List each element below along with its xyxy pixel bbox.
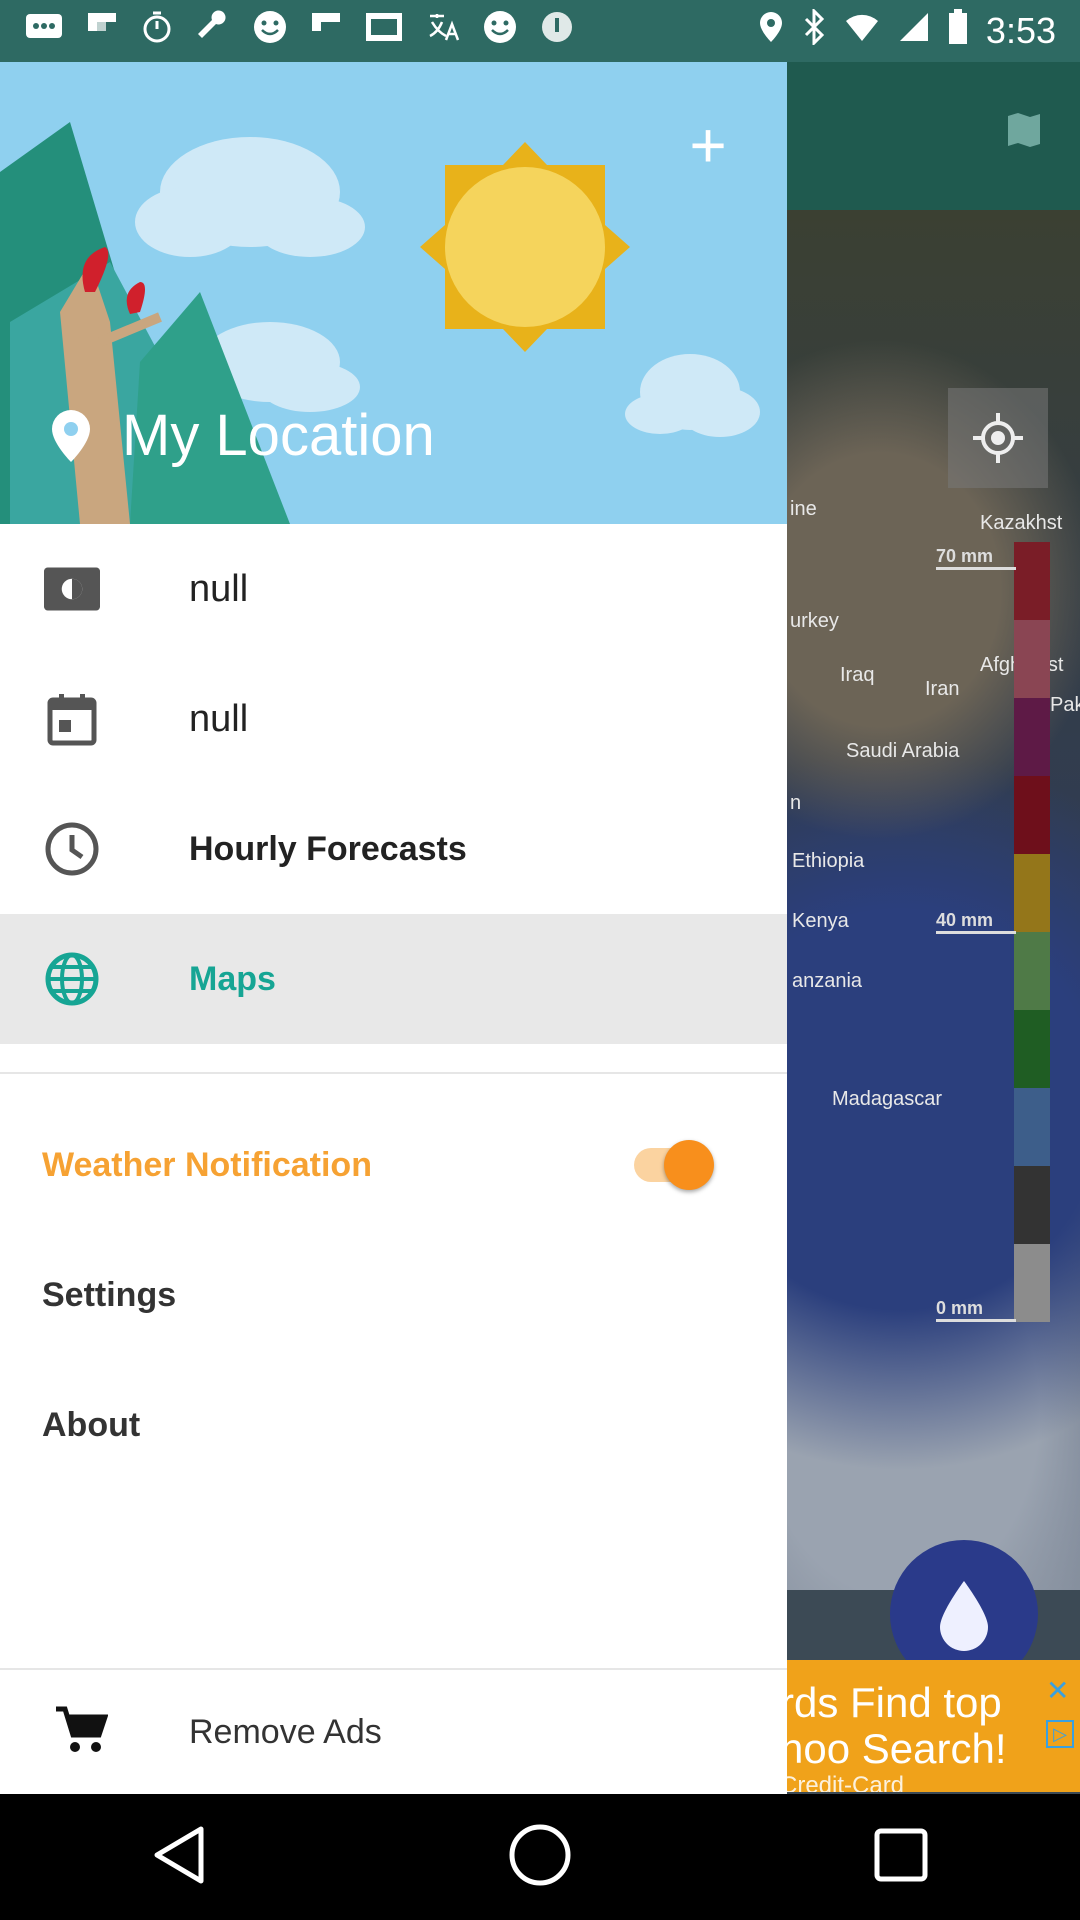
qt-icon [364,11,404,52]
drawer-divider [0,1072,787,1074]
ad-line: rds Find top [780,1679,1002,1726]
menu-item-null-1[interactable]: null [0,524,787,654]
calendar-icon [44,691,100,747]
location-status-icon [758,10,784,53]
menu-item-maps[interactable]: Maps [0,914,787,1044]
wrench-icon [196,9,230,53]
water-drop-icon [940,1581,988,1651]
legend-tick: 0 mm [936,1298,1016,1322]
legend-color-stop [1014,854,1050,932]
legend-color-stop [1014,932,1050,1010]
flipboard-icon [86,11,118,52]
map-label: Pakistan [1050,694,1080,716]
legend-color-stop [1014,1088,1050,1166]
map-label: Kenya [792,910,849,932]
about-label: About [42,1405,141,1444]
map-label: Iraq [840,664,875,686]
remove-ads-label: Remove Ads [189,1712,382,1751]
notification-icons [24,9,574,54]
timer-icon [140,10,174,53]
status-time: 3:53 [985,10,1056,51]
crosshair-icon [973,413,1023,463]
weather-notification-row[interactable]: Weather Notification [0,1100,787,1230]
map-label: Saudi Arabia [846,740,960,762]
location-pin-icon [52,409,90,462]
map-type-icon[interactable] [1004,110,1044,150]
ad-line: Credit-Card [780,1772,905,1792]
toggle-knob [664,1140,714,1190]
clock-icon [44,821,100,877]
ad-close-icon[interactable]: ✕ [1046,1668,1074,1706]
weather-notification-toggle[interactable] [634,1140,714,1190]
legend-color-stop [1014,1244,1050,1322]
back-icon[interactable] [151,1825,207,1890]
about-item[interactable]: About [0,1360,787,1490]
battery-icon [948,8,968,54]
settings-label: Settings [42,1275,177,1314]
drawer-header: + My Location [0,62,787,524]
status-bar: 3:53 [0,0,1080,62]
settings-item[interactable]: Settings [0,1230,787,1360]
ad-line: hoo Search! [780,1725,1007,1772]
screen: 3:53 ine Kazakhst urkey Iraq Iran Afghan… [0,0,1080,1920]
map-label: Madagascar [832,1088,943,1110]
menu-item-null-2[interactable]: null [0,654,787,784]
navigation-drawer: + My Location null null Hourly Forecasts [0,62,787,1794]
legend-color-stop [1014,620,1050,698]
map-label: urkey [790,610,839,632]
bluetooth-icon [802,6,826,54]
menu-item-label: Maps [189,959,276,998]
legend-tick: 40 mm [936,910,1016,934]
map-label: Kazakhst [980,512,1063,534]
weather-notification-label: Weather Notification [42,1145,372,1184]
legend-color-stop [1014,542,1050,620]
map-label: Iran [925,678,960,700]
menu-item-hourly-forecasts[interactable]: Hourly Forecasts [0,784,787,914]
system-navigation-bar [0,1794,1080,1920]
legend-color-stop [1014,698,1050,776]
add-location-icon[interactable]: + [683,113,733,177]
brightness-icon [44,561,100,617]
message-icon [24,12,64,51]
recents-icon[interactable] [873,1827,929,1888]
legend-color-stop [1014,776,1050,854]
home-icon[interactable] [508,1823,572,1892]
signal-icon [898,11,930,52]
flipboard-icon-2 [310,11,342,52]
cart-icon [54,1705,109,1760]
locate-me-button[interactable] [948,388,1048,488]
remove-ads-item[interactable]: Remove Ads [0,1668,787,1794]
globe-icon [44,951,100,1007]
menu-item-label: Hourly Forecasts [189,829,467,868]
info-icon [540,10,574,53]
smiley-icon [252,9,288,54]
map-label: ine [790,498,817,520]
ad-choices-icon[interactable]: ▷ [1046,1720,1074,1748]
legend-color-stop [1014,1166,1050,1244]
system-icons: 3:53 [758,6,1056,54]
menu-item-label: null [189,697,249,740]
legend-color-stop [1014,1010,1050,1088]
my-location-row[interactable]: My Location [50,402,435,469]
smiley-icon-2 [482,9,518,54]
wifi-icon [844,11,880,52]
drawer-header-title: My Location [122,403,435,468]
menu-item-label: null [189,567,249,610]
map-label: n [790,792,802,814]
map-label: anzania [792,970,863,992]
precipitation-legend [1014,542,1050,1322]
language-icon [426,10,460,53]
map-label: Ethiopia [792,850,865,872]
legend-tick: 70 mm [936,546,1016,570]
